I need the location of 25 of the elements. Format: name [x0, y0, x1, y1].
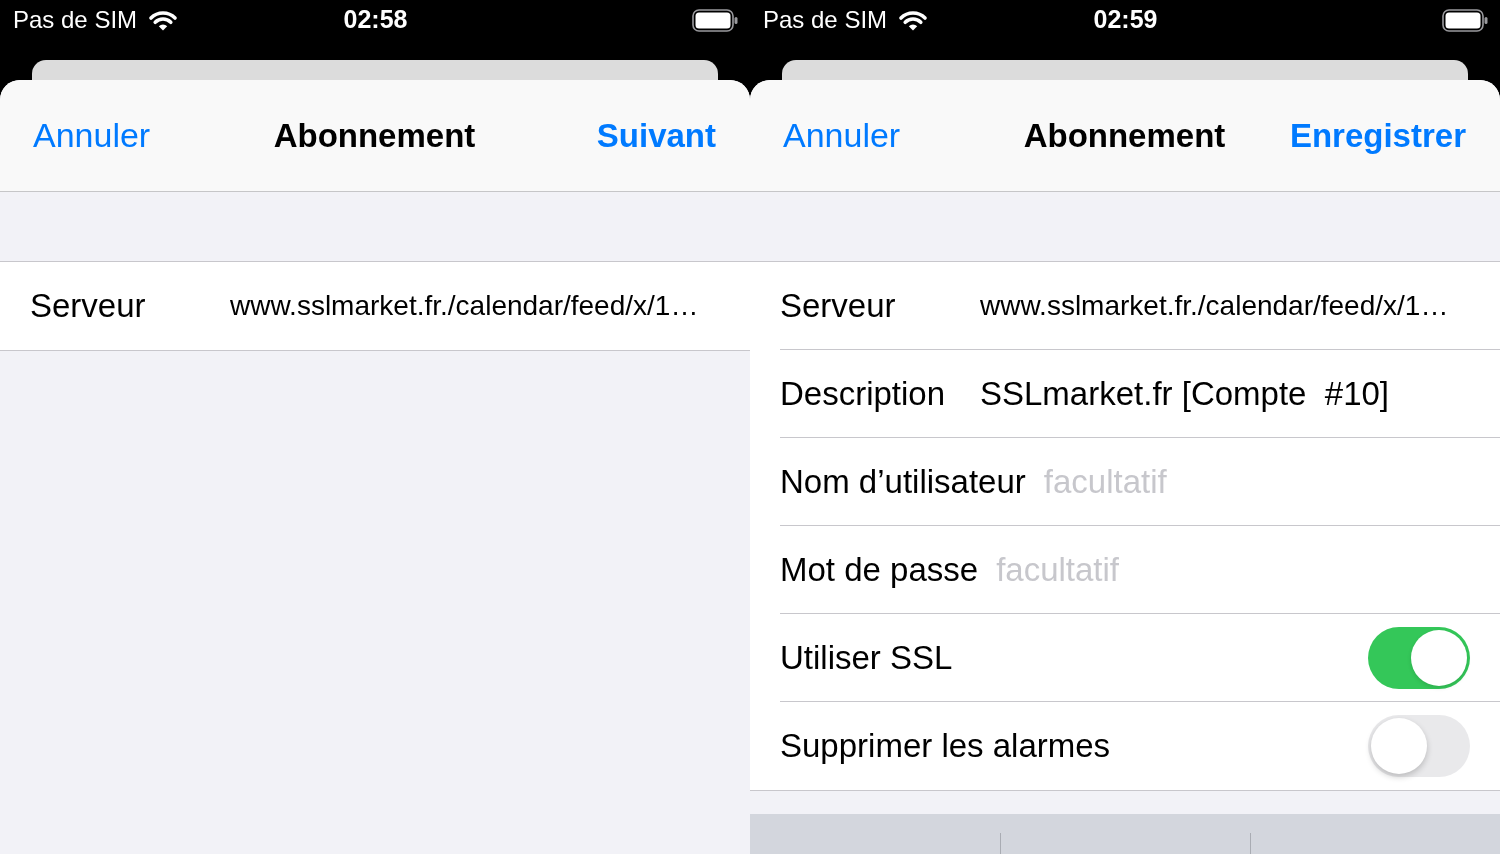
- field-label: Supprimer les alarmes: [780, 726, 1111, 767]
- clock-time: 02:58: [343, 4, 408, 36]
- confirm-button[interactable]: Suivant: [596, 110, 716, 161]
- field-label: Description: [780, 373, 947, 414]
- field-label: Serveur: [30, 286, 147, 327]
- sheet-title: Abonnement: [273, 115, 476, 156]
- text-field[interactable]: www.sslmarket.fr./calendar/feed/x/1…: [230, 285, 720, 327]
- field-label: Mot de passe: [780, 549, 979, 590]
- wifi-icon: [898, 9, 929, 31]
- field-label: Nom d’utilisateur: [780, 461, 1026, 502]
- cancel-button[interactable]: Annuler: [33, 110, 151, 161]
- cancel-button[interactable]: Annuler: [783, 110, 901, 161]
- field-label: Serveur: [780, 285, 897, 326]
- text-field[interactable]: www.sslmarket.fr./calendar/feed/x/1…: [980, 284, 1470, 327]
- battery-icon: [692, 8, 738, 32]
- toggle-switch[interactable]: [1368, 715, 1470, 777]
- field-label: Utiliser SSL: [780, 637, 954, 678]
- carrier-label: Pas de SIM: [763, 5, 888, 35]
- confirm-button[interactable]: Enregistrer: [1289, 110, 1466, 161]
- clock-time: 02:59: [1093, 4, 1158, 36]
- wifi-icon: [148, 9, 179, 31]
- carrier-label: Pas de SIM: [13, 5, 138, 35]
- sheet-title: Abonnement: [1023, 115, 1226, 156]
- battery-icon: [1442, 8, 1488, 32]
- text-field[interactable]: SSLmarket.fr [Compte #10]: [980, 368, 1470, 419]
